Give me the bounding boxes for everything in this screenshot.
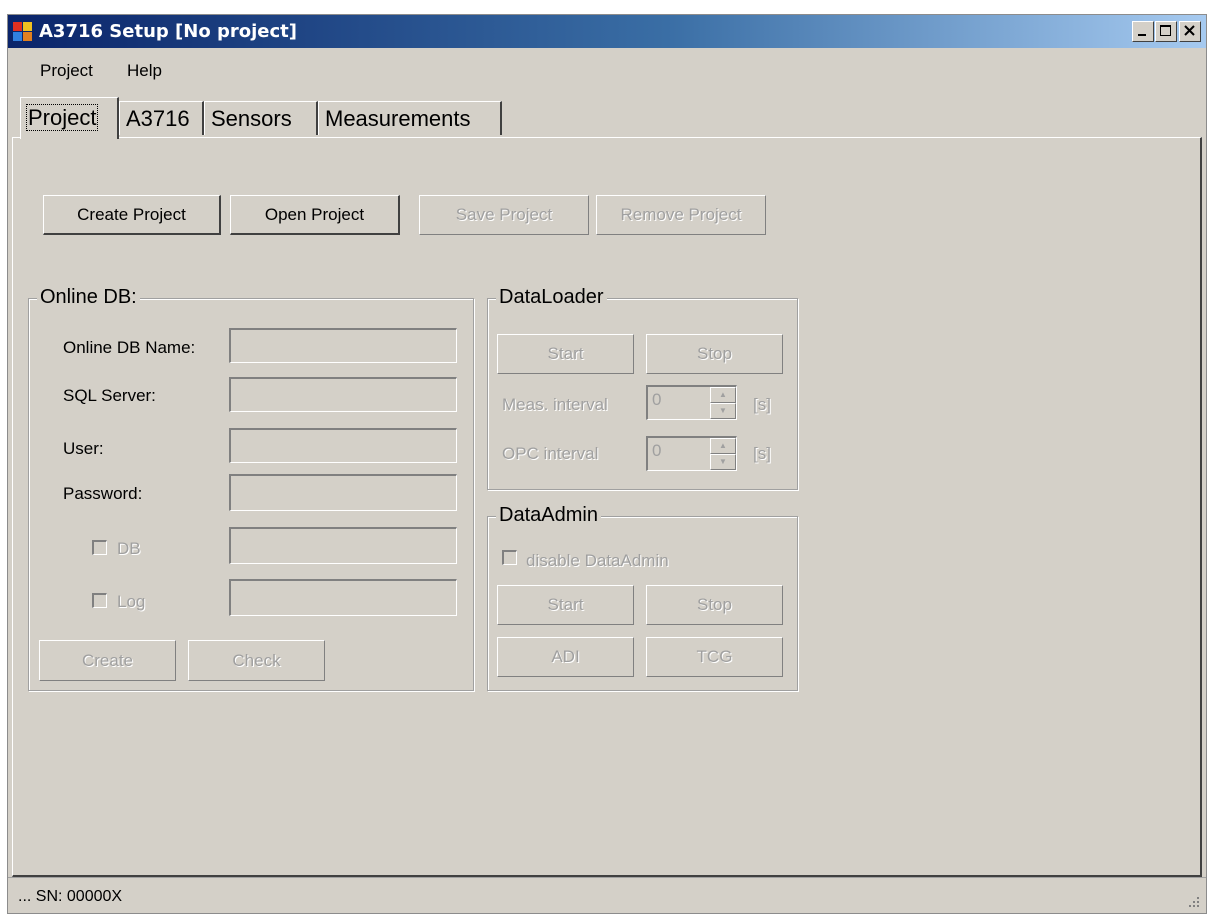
spin-down-icon[interactable]: ▼ (710, 403, 736, 419)
disable-dataadmin-label: disable DataAdmin (526, 551, 669, 570)
dataloader-title: DataLoader (496, 286, 607, 309)
open-project-button[interactable]: Open Project (230, 195, 400, 235)
remove-project-button[interactable]: Remove Project (596, 195, 766, 235)
tcg-button[interactable]: TCG (646, 637, 783, 677)
user-field[interactable] (229, 428, 457, 463)
dataadmin-start-button[interactable]: Start (497, 585, 634, 625)
adi-button[interactable]: ADI (497, 637, 634, 677)
app-icon (13, 22, 33, 42)
close-icon (1184, 25, 1195, 36)
meas-interval-stepper[interactable]: 0 ▲ ▼ (646, 385, 737, 420)
meas-interval-label: Meas. interval (502, 395, 608, 414)
db-checkbox[interactable] (92, 540, 107, 555)
opc-interval-label: OPC interval (502, 444, 599, 463)
dataadmin-stop-button[interactable]: Stop (646, 585, 783, 625)
create-project-button[interactable]: Create Project (43, 195, 221, 235)
disable-dataadmin-checkbox[interactable] (502, 550, 517, 565)
app-window: A3716 Setup [No project] Project Help Pr… (7, 14, 1207, 914)
tab-measurements[interactable]: Measurements (318, 101, 502, 135)
tab-project-label: Project (25, 104, 99, 131)
minimize-icon (1138, 34, 1146, 36)
tab-sensors[interactable]: Sensors (204, 101, 318, 135)
menu-help[interactable]: Help (127, 61, 162, 81)
opc-interval-unit: [s] (753, 444, 771, 463)
tab-a3716[interactable]: A3716 (119, 101, 204, 135)
log-checkbox[interactable] (92, 593, 107, 608)
meas-interval-value: 0 (652, 390, 662, 409)
opc-interval-stepper[interactable]: 0 ▲ ▼ (646, 436, 737, 471)
status-serial-number: ... SN: 00000X (18, 888, 123, 905)
status-bar: ... SN: 00000X (8, 877, 1206, 914)
spin-up-icon[interactable]: ▲ (710, 387, 736, 403)
save-project-button[interactable]: Save Project (419, 195, 589, 235)
online-db-title: Online DB: (37, 286, 140, 309)
tab-project[interactable]: Project (20, 97, 119, 139)
online-db-name-label: Online DB Name: (63, 338, 196, 357)
maximize-button[interactable] (1155, 21, 1177, 42)
opc-interval-value: 0 (652, 441, 662, 460)
db-field[interactable] (229, 527, 457, 564)
dataloader-start-button[interactable]: Start (497, 334, 634, 374)
sql-server-field[interactable] (229, 377, 457, 412)
meas-interval-unit: [s] (753, 395, 771, 414)
maximize-icon (1160, 25, 1171, 36)
online-db-name-field[interactable] (229, 328, 457, 363)
resize-grip-icon[interactable] (1186, 894, 1200, 908)
minimize-button[interactable] (1132, 21, 1154, 42)
menu-bar: Project Help (8, 48, 1206, 93)
spin-down-icon[interactable]: ▼ (710, 454, 736, 470)
password-field[interactable] (229, 474, 457, 511)
window-title: A3716 Setup [No project] (39, 21, 297, 42)
sql-server-label: SQL Server: (63, 386, 156, 405)
check-db-button[interactable]: Check (188, 640, 325, 681)
user-label: User: (63, 439, 104, 458)
log-checkbox-label: Log (117, 592, 146, 611)
password-label: Password: (63, 484, 143, 503)
dataloader-stop-button[interactable]: Stop (646, 334, 783, 374)
db-checkbox-label: DB (117, 539, 141, 558)
dataadmin-title: DataAdmin (496, 504, 601, 527)
create-db-button[interactable]: Create (39, 640, 176, 681)
close-button[interactable] (1179, 21, 1201, 42)
title-bar[interactable]: A3716 Setup [No project] (8, 15, 1206, 48)
log-field[interactable] (229, 579, 457, 616)
spin-up-icon[interactable]: ▲ (710, 438, 736, 454)
menu-project[interactable]: Project (40, 61, 93, 81)
